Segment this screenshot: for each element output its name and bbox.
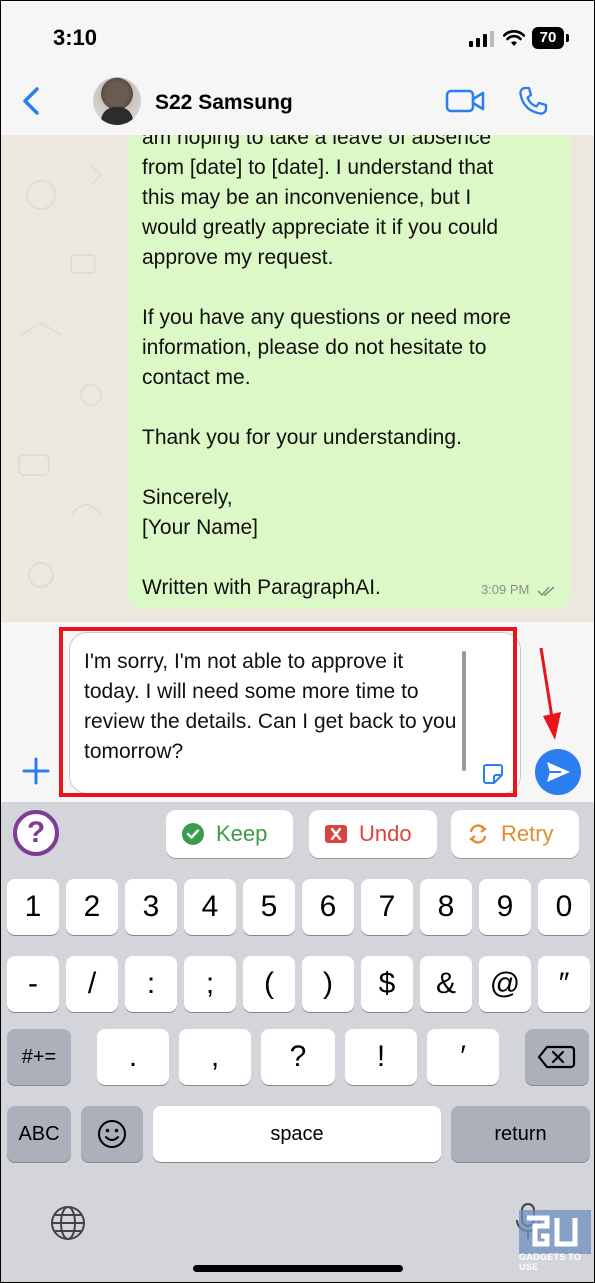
home-indicator[interactable] <box>193 1265 403 1272</box>
key-6[interactable]: 6 <box>302 879 354 935</box>
phone-screen: 3:10 70 S22 Samsung am hoping to take a … <box>0 0 595 1283</box>
key-period[interactable]: . <box>97 1029 169 1085</box>
key-9[interactable]: 9 <box>479 879 531 935</box>
message-composer: I'm sorry, I'm not able to approve it to… <box>1 622 594 802</box>
undo-label: Undo <box>359 821 412 846</box>
key-7[interactable]: 7 <box>361 879 413 935</box>
space-key[interactable]: space <box>153 1106 441 1162</box>
retry-label: Retry <box>501 821 554 846</box>
video-call-icon[interactable] <box>445 87 485 115</box>
avatar[interactable] <box>93 77 141 125</box>
keyboard: ? Keep Undo Retry 1 2 3 4 5 6 7 8 9 0 - … <box>1 802 594 1282</box>
check-circle-icon <box>182 823 204 845</box>
key-2[interactable]: 2 <box>66 879 118 935</box>
key-apostrophe[interactable]: ′ <box>427 1029 499 1085</box>
key-at[interactable]: @ <box>479 956 531 1012</box>
emoji-key[interactable] <box>81 1106 143 1162</box>
retry-arrows-icon <box>469 824 487 844</box>
ai-toolbar: ? Keep Undo Retry <box>1 802 594 868</box>
message-bubble[interactable]: am hoping to take a leave of absence fro… <box>127 135 571 609</box>
key-5[interactable]: 5 <box>243 879 295 935</box>
help-button[interactable]: ? <box>13 810 59 856</box>
key-exclamation[interactable]: ! <box>345 1029 417 1085</box>
key-question[interactable]: ? <box>261 1029 335 1085</box>
emoji-icon <box>98 1120 126 1148</box>
status-time: 3:10 <box>53 25 98 50</box>
send-icon <box>547 762 570 782</box>
key-hyphen[interactable]: - <box>7 956 59 1012</box>
key-open-paren[interactable]: ( <box>243 956 295 1012</box>
watermark-text: GADGETS TO USE <box>519 1252 582 1272</box>
send-button[interactable] <box>535 749 581 795</box>
add-attachment-icon[interactable] <box>21 756 51 786</box>
key-4[interactable]: 4 <box>184 879 236 935</box>
chat-area[interactable]: am hoping to take a leave of absence fro… <box>1 135 594 622</box>
key-slash[interactable]: / <box>66 956 118 1012</box>
delete-key[interactable] <box>525 1029 589 1085</box>
key-comma[interactable]: , <box>179 1029 251 1085</box>
phone-call-icon[interactable] <box>517 85 549 117</box>
keep-label: Keep <box>216 821 268 846</box>
key-colon[interactable]: : <box>125 956 177 1012</box>
red-arrow-annotation <box>539 647 561 740</box>
status-bar: 3:10 70 <box>1 1 594 71</box>
key-3[interactable]: 3 <box>125 879 177 935</box>
globe-icon[interactable] <box>49 1204 87 1242</box>
message-meta: 3:09 PM <box>481 582 557 597</box>
input-scrollbar[interactable] <box>462 651 466 771</box>
key-1[interactable]: 1 <box>7 879 59 935</box>
back-chevron-icon[interactable] <box>17 83 47 119</box>
key-abc[interactable]: ABC <box>7 1106 71 1162</box>
read-ticks-icon <box>537 585 555 596</box>
key-quote[interactable]: ″ <box>538 956 590 1012</box>
message-time: 3:09 PM <box>480 582 530 597</box>
key-more-symbols[interactable]: #+= <box>7 1029 71 1085</box>
battery-indicator: 70 <box>532 27 569 49</box>
key-0[interactable]: 0 <box>538 879 590 935</box>
chat-header: S22 Samsung <box>1 71 594 135</box>
message-input[interactable]: I'm sorry, I'm not able to approve it to… <box>69 632 521 794</box>
key-dollar[interactable]: $ <box>361 956 413 1012</box>
key-ampersand[interactable]: & <box>420 956 472 1012</box>
cellular-signal-icon <box>469 31 494 47</box>
key-close-paren[interactable]: ) <box>302 956 354 1012</box>
sticker-icon[interactable] <box>480 761 506 787</box>
key-8[interactable]: 8 <box>420 879 472 935</box>
return-key[interactable]: return <box>451 1106 590 1162</box>
message-text: am hoping to take a leave of absence fro… <box>142 135 511 599</box>
keep-button[interactable]: Keep <box>166 810 293 858</box>
delete-icon <box>537 1045 576 1069</box>
message-input-text[interactable]: I'm sorry, I'm not able to approve it to… <box>84 647 464 767</box>
retry-button[interactable]: Retry <box>451 810 579 858</box>
undo-button[interactable]: Undo <box>309 810 437 858</box>
close-box-icon <box>325 825 347 843</box>
wifi-icon <box>503 29 525 46</box>
contact-name[interactable]: S22 Samsung <box>155 91 293 115</box>
key-semicolon[interactable]: ; <box>184 956 236 1012</box>
